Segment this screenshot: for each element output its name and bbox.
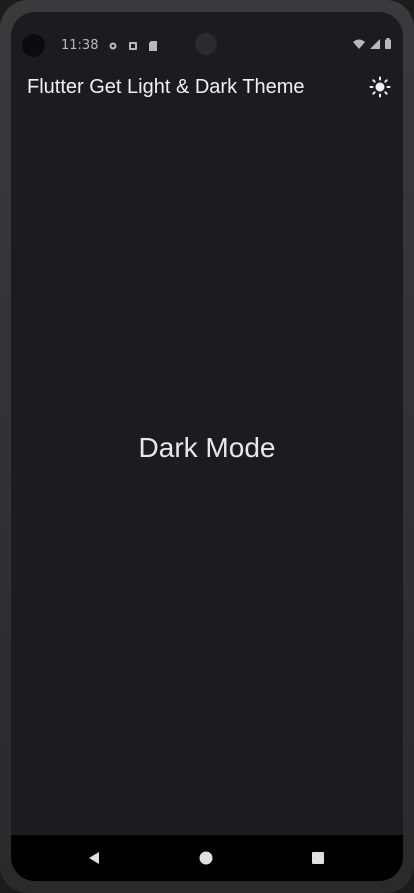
back-triangle-icon: [89, 852, 99, 864]
notification-icon: [129, 41, 138, 50]
home-button[interactable]: [195, 847, 217, 869]
device-frame: 11:38 Flutter Get Light & Dark Theme Dar…: [0, 0, 414, 893]
camera-hole: [22, 34, 45, 57]
wifi-icon: [353, 39, 365, 49]
mode-text: Dark Mode: [138, 432, 276, 463]
status-right: [353, 38, 391, 49]
recents-square-icon: [312, 852, 324, 864]
screen: 11:38 Flutter Get Light & Dark Theme Dar…: [11, 12, 403, 881]
signal-icon: [370, 38, 380, 49]
sun-icon: [369, 76, 391, 98]
settings-gear-icon: [109, 42, 117, 49]
status-time: 11:38: [61, 38, 99, 53]
theme-toggle-button[interactable]: [365, 72, 395, 102]
app-bar: Flutter Get Light & Dark Theme: [11, 64, 403, 110]
body-content: Dark Mode: [11, 432, 403, 464]
home-circle-icon: [199, 851, 213, 865]
front-camera: [195, 33, 217, 55]
status-bar: 11:38: [11, 12, 403, 60]
status-left: 11:38: [22, 34, 158, 57]
back-button[interactable]: [83, 847, 105, 869]
app-title: Flutter Get Light & Dark Theme: [27, 76, 305, 98]
recents-button[interactable]: [307, 847, 329, 869]
sd-card-icon: [149, 40, 158, 51]
battery-icon: [385, 38, 391, 49]
system-nav-bar: [11, 835, 403, 881]
